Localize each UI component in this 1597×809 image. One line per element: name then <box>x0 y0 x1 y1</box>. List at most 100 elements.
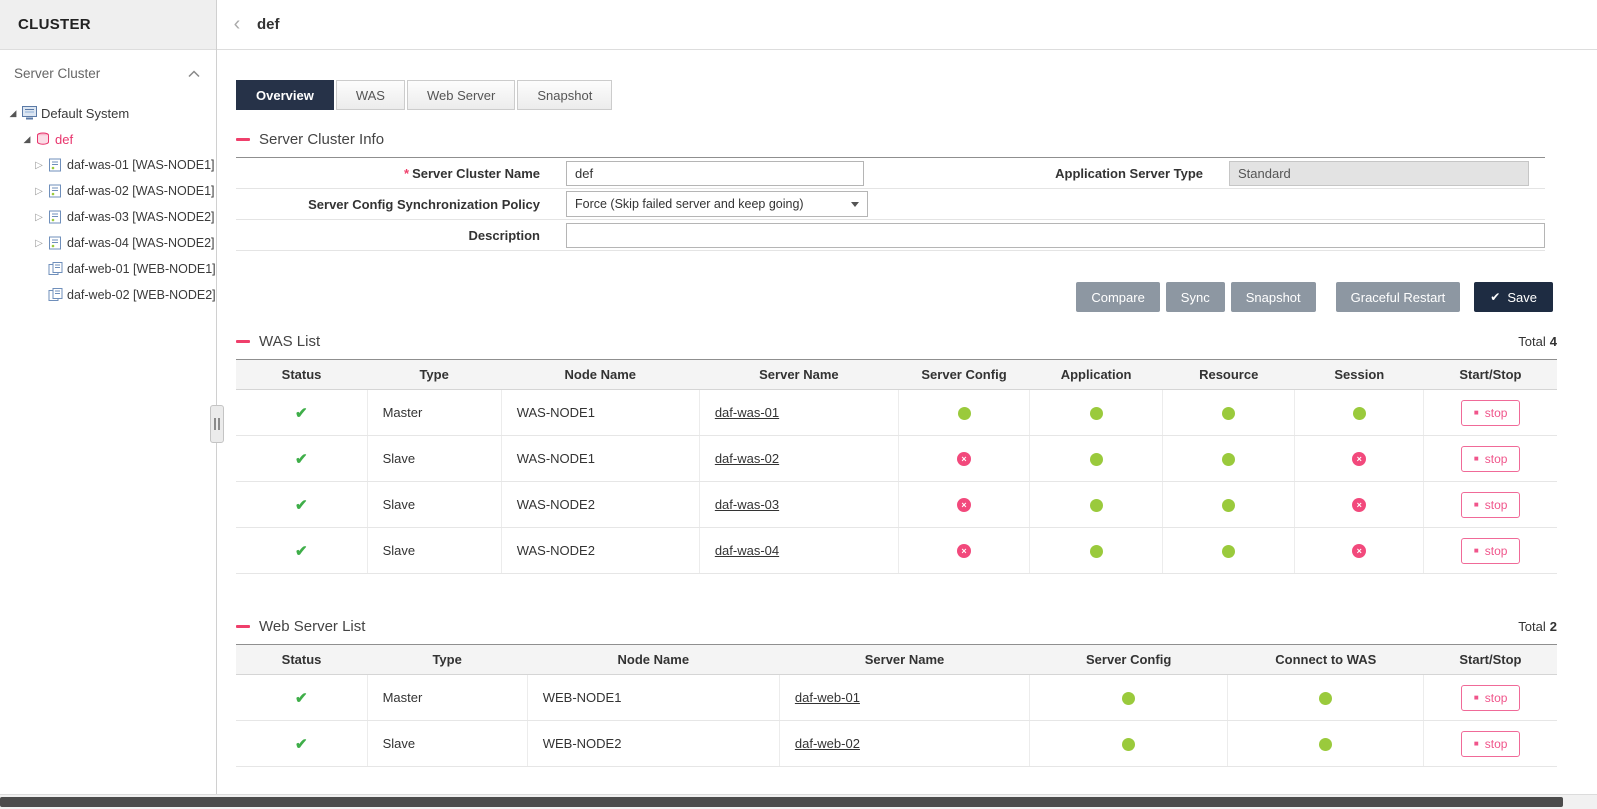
table-row: ✔ Master WEB-NODE1 daf-web-01 ■ stop <box>236 674 1557 721</box>
tree-item-label: daf-web-01 [WEB-NODE1] <box>67 262 216 276</box>
session-status-icon <box>1352 407 1366 421</box>
expand-icon[interactable]: ▷ <box>32 160 46 171</box>
tree-item-label: daf-was-02 [WAS-NODE1] <box>67 184 215 198</box>
sidebar-section-label: Server Cluster <box>14 65 101 81</box>
topbar: ‹ def <box>217 0 1597 50</box>
sync-button[interactable]: Sync <box>1165 282 1225 312</box>
stop-button[interactable]: ■ stop <box>1460 445 1521 472</box>
tree-item-daf-web-02[interactable]: . daf-web-02 [WEB-NODE2] <box>0 282 216 308</box>
stop-button[interactable]: ■ stop <box>1460 730 1521 757</box>
expand-icon[interactable]: ▷ <box>32 212 46 223</box>
server-link[interactable]: daf-web-02 <box>795 736 860 751</box>
system-icon <box>20 106 38 120</box>
save-button[interactable]: ✔ Save <box>1474 282 1553 312</box>
col-type: Type <box>367 359 502 390</box>
tree-item-daf-was-04[interactable]: ▷ daf-was-04 [WAS-NODE2] <box>0 230 216 256</box>
server-config-status-icon: × <box>957 498 972 513</box>
tree-item-label: daf-was-04 [WAS-NODE2] <box>67 236 215 250</box>
application-status-icon <box>1089 407 1103 421</box>
snapshot-button[interactable]: Snapshot <box>1230 282 1316 312</box>
resource-status-icon <box>1222 545 1236 559</box>
was-table-header-row: Status Type Node Name Server Name Server… <box>236 359 1557 390</box>
sidebar-collapse-handle[interactable] <box>210 405 224 443</box>
table-row: ✔ Slave WAS-NODE2 daf-was-04 × × ■ stop <box>236 527 1557 574</box>
stop-button[interactable]: ■ stop <box>1460 399 1521 426</box>
web-server-list-section-header: Web Server List Total 2 <box>236 618 1557 635</box>
cluster-info-section-header: Server Cluster Info <box>236 131 1557 148</box>
tree-item-label: daf-web-02 [WEB-NODE2] <box>67 288 216 302</box>
tab-web-server[interactable]: Web Server <box>406 80 516 110</box>
type-cell: Master <box>366 389 502 436</box>
tree-item-daf-web-01[interactable]: . daf-web-01 [WEB-NODE1] <box>0 256 216 282</box>
stop-square-icon: ■ <box>1473 739 1479 748</box>
tree-item-daf-was-01[interactable]: ▷ daf-was-01 [WAS-NODE1] <box>0 152 216 178</box>
was-list-section-header: WAS List Total 4 <box>236 333 1557 350</box>
compare-button[interactable]: Compare <box>1076 282 1160 312</box>
server-config-status-icon: × <box>957 544 972 559</box>
col-node-name: Node Name <box>501 359 700 390</box>
server-config-status-icon: × <box>957 452 972 467</box>
app-window: CLUSTER Server Cluster ◢ Default System … <box>0 0 1597 809</box>
stop-button[interactable]: ■ stop <box>1460 491 1521 518</box>
sidebar-section-server-cluster[interactable]: Server Cluster <box>0 50 216 96</box>
tree-item-def[interactable]: ◢ def <box>0 126 216 152</box>
expand-icon[interactable]: ▷ <box>32 238 46 249</box>
server-link[interactable]: daf-web-01 <box>795 690 860 705</box>
tab-was[interactable]: WAS <box>335 80 405 110</box>
server-link[interactable]: daf-was-01 <box>715 405 779 420</box>
session-status-icon: × <box>1352 544 1367 559</box>
web-server-icon <box>46 262 64 276</box>
description-input[interactable] <box>566 222 1545 248</box>
sidebar-header: CLUSTER <box>0 0 216 50</box>
horizontal-scrollbar-thumb[interactable] <box>0 797 1563 807</box>
was-total: Total 4 <box>1518 334 1557 349</box>
form-row-name-type: *Server Cluster Name Application Server … <box>236 158 1545 189</box>
tab-snapshot[interactable]: Snapshot <box>517 80 613 110</box>
tree-item-daf-was-02[interactable]: ▷ daf-was-02 [WAS-NODE1] <box>0 178 216 204</box>
graceful-restart-button[interactable]: Graceful Restart <box>1335 282 1461 312</box>
chevron-up-icon[interactable] <box>188 66 200 81</box>
stop-button[interactable]: ■ stop <box>1460 537 1521 564</box>
tree-item-daf-was-03[interactable]: ▷ daf-was-03 [WAS-NODE2] <box>0 204 216 230</box>
tree-item-label: Default System <box>41 105 130 121</box>
form-row-description: Description <box>236 220 1545 251</box>
web-total: Total 2 <box>1518 619 1557 634</box>
cluster-info-form: *Server Cluster Name Application Server … <box>236 157 1545 251</box>
col-session: Session <box>1294 359 1424 390</box>
content-area: Overview WAS Web Server Snapshot Server … <box>217 50 1597 809</box>
server-link[interactable]: daf-was-02 <box>715 451 779 466</box>
resource-status-icon <box>1222 499 1236 513</box>
resource-status-icon <box>1222 453 1236 467</box>
expand-icon[interactable]: ◢ <box>6 108 20 119</box>
web-table-header-row: Status Type Node Name Server Name Server… <box>236 644 1557 675</box>
tab-overview[interactable]: Overview <box>236 80 334 110</box>
status-check-icon: ✔ <box>295 542 308 560</box>
tree-item-label: daf-was-01 [WAS-NODE1] <box>67 158 215 172</box>
section-title: Server Cluster Info <box>259 131 385 148</box>
type-cell: Slave <box>366 527 502 574</box>
horizontal-scrollbar[interactable] <box>0 794 1597 809</box>
stop-button[interactable]: ■ stop <box>1460 684 1521 711</box>
node-name-cell: WEB-NODE1 <box>526 674 780 721</box>
server-config-status-icon <box>957 407 971 421</box>
server-link[interactable]: daf-was-03 <box>715 497 779 512</box>
description-label: Description <box>468 227 540 243</box>
sync-policy-select[interactable]: Force (Skip failed server and keep going… <box>566 191 868 217</box>
server-cluster-name-label: * Server Cluster Name <box>404 165 540 181</box>
expand-icon[interactable]: ◢ <box>20 134 34 145</box>
server-link[interactable]: daf-was-04 <box>715 543 779 558</box>
table-row: ✔ Master WAS-NODE1 daf-was-01 ■ stop <box>236 389 1557 436</box>
status-check-icon: ✔ <box>295 735 308 753</box>
was-server-icon <box>46 236 64 250</box>
web-server-list-table: Status Type Node Name Server Name Server… <box>236 644 1557 767</box>
section-dash-icon <box>236 138 250 141</box>
back-chevron-icon[interactable]: ‹ <box>225 13 249 36</box>
was-server-icon <box>46 158 64 172</box>
expand-icon[interactable]: ▷ <box>32 186 46 197</box>
tree-item-default-system[interactable]: ◢ Default System <box>0 100 216 126</box>
status-check-icon: ✔ <box>295 689 308 707</box>
server-cluster-name-input[interactable] <box>566 160 864 186</box>
application-status-icon <box>1089 499 1103 513</box>
sidebar-title: CLUSTER <box>18 16 91 33</box>
required-mark: * <box>404 165 410 181</box>
